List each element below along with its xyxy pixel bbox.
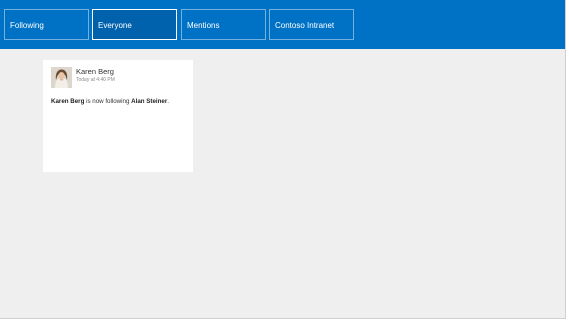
post-verb-text: is now following: [84, 98, 132, 105]
post-end-punct: .: [167, 98, 169, 105]
post-author-name[interactable]: Karen Berg: [76, 67, 114, 76]
app-window: Following Everyone Mentions Contoso Intr…: [0, 0, 566, 319]
avatar[interactable]: [51, 67, 72, 88]
tab-mentions[interactable]: Mentions: [181, 9, 266, 40]
post-timestamp: Today at 4:40 PM: [76, 77, 115, 83]
post-target-link[interactable]: Alan Steiner: [131, 98, 167, 105]
tab-contoso-intranet[interactable]: Contoso Intranet: [269, 9, 354, 40]
tab-everyone[interactable]: Everyone: [92, 9, 177, 40]
post-text: Karen Berg is now following Alan Steiner…: [51, 98, 169, 105]
user-photo-icon: [51, 67, 72, 88]
top-navigation-bar: Following Everyone Mentions Contoso Intr…: [0, 0, 565, 49]
feed-post-card[interactable]: Karen Berg Today at 4:40 PM Karen Berg i…: [43, 60, 193, 172]
post-actor-link[interactable]: Karen Berg: [51, 98, 84, 105]
tab-following[interactable]: Following: [4, 9, 89, 40]
